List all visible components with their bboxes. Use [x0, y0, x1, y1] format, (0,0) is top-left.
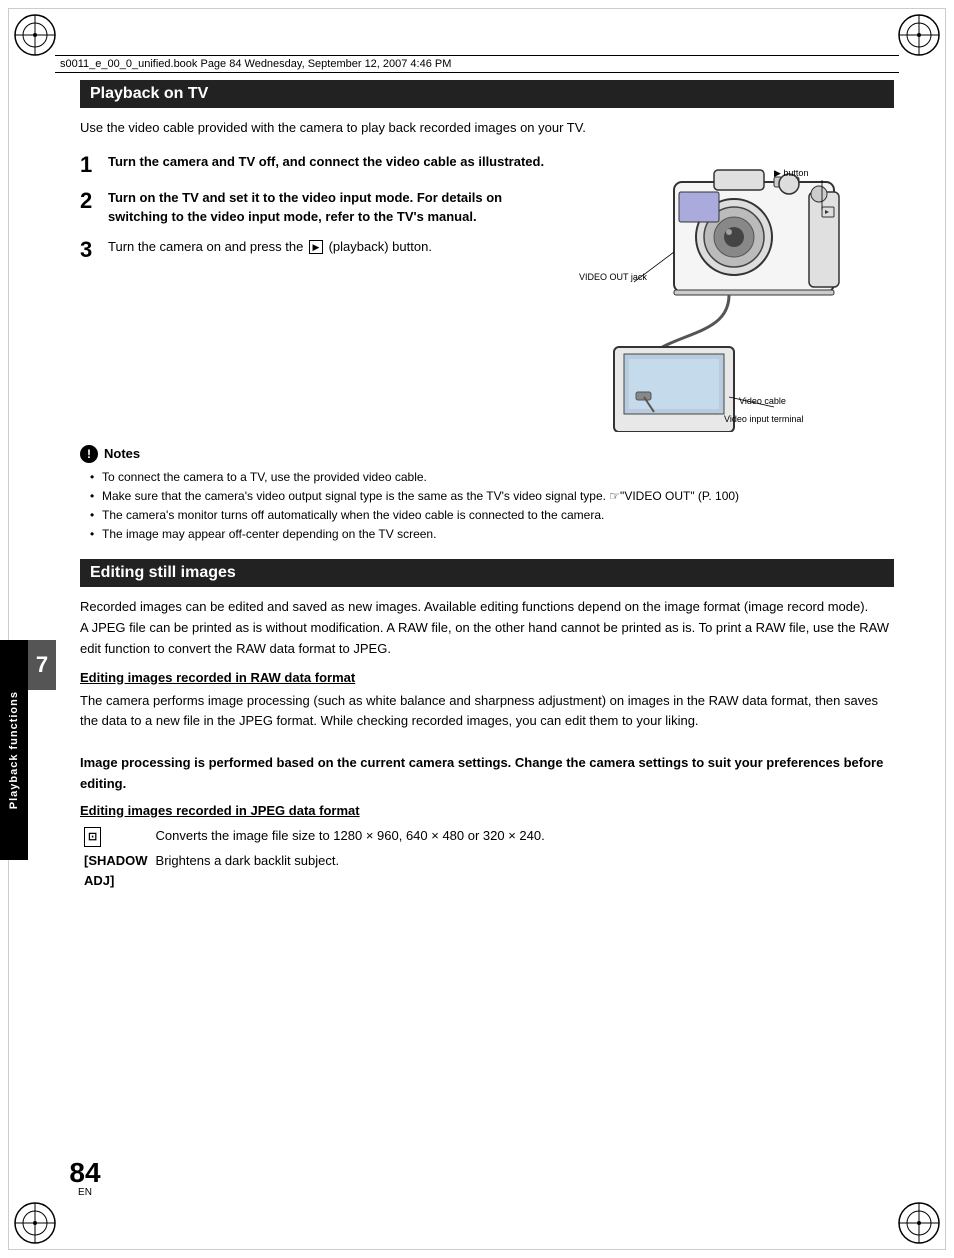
main-content: Playback on TV Use the video cable provi…	[80, 80, 894, 1198]
step-2-number: 2	[80, 188, 108, 214]
svg-text:Video input terminal: Video input terminal	[724, 414, 803, 424]
raw-subsection-title: Editing images recorded in RAW data form…	[80, 670, 894, 685]
jpeg-subsection: Editing images recorded in JPEG data for…	[80, 803, 894, 893]
file-info: s0011_e_00_0_unified.book Page 84 Wednes…	[60, 58, 451, 70]
jpeg-table: ⊡ Converts the image file size to 1280 ×…	[80, 824, 894, 893]
camera-body	[674, 170, 839, 295]
page: s0011_e_00_0_unified.book Page 84 Wednes…	[0, 0, 954, 1258]
notes-header: ! Notes	[80, 445, 894, 463]
jpeg-resize-row: ⊡ Converts the image file size to 1280 ×…	[80, 824, 894, 850]
jpeg-shadow-row: [SHADOW ADJ] Brightens a dark backlit su…	[80, 849, 894, 892]
page-number-box: 84 EN	[60, 1159, 110, 1198]
shadow-adj-description: Brightens a dark backlit subject.	[152, 849, 894, 892]
notes-title: Notes	[104, 446, 140, 461]
svg-text:VIDEO OUT jack: VIDEO OUT jack	[579, 272, 647, 282]
editing-intro-p2: A JPEG file can be printed as is without…	[80, 618, 894, 660]
steps-list: 1 Turn the camera and TV off, and connec…	[80, 152, 574, 274]
chapter-number: 7	[36, 652, 48, 678]
page-number-sub: EN	[60, 1187, 110, 1198]
resize-icon: ⊡	[84, 827, 101, 848]
page-number: 84	[60, 1159, 110, 1187]
jpeg-resize-icon-cell: ⊡	[80, 824, 152, 850]
note-item-1: To connect the camera to a TV, use the p…	[90, 468, 894, 487]
editing-section: Editing still images Recorded images can…	[80, 559, 894, 892]
playback-intro: Use the video cable provided with the ca…	[80, 118, 894, 138]
shadow-adj-label-cell: [SHADOW ADJ]	[80, 849, 152, 892]
svg-text:▶ button: ▶ button	[774, 168, 808, 178]
note-item-3: The camera's monitor turns off automatic…	[90, 506, 894, 525]
header-bar: s0011_e_00_0_unified.book Page 84 Wednes…	[55, 55, 899, 73]
playback-section: Playback on TV Use the video cable provi…	[80, 80, 894, 544]
notes-list: To connect the camera to a TV, use the p…	[80, 468, 894, 545]
chapter-number-box: 7	[28, 640, 56, 690]
step-3-text: Turn the camera on and press the ▶ (play…	[108, 237, 432, 257]
raw-subsection-bold-note: Image processing is performed based on t…	[80, 755, 883, 791]
side-tab-label: Playback functions	[8, 691, 20, 809]
shadow-adj-label: [SHADOW ADJ]	[84, 853, 148, 888]
camera-illustration-area: VIDEO OUT jack ▶ button	[574, 152, 894, 435]
jpeg-resize-description: Converts the image file size to 1280 × 9…	[152, 824, 894, 850]
playback-section-title: Playback on TV	[80, 80, 894, 108]
editing-intro: Recorded images can be edited and saved …	[80, 597, 894, 659]
notes-icon: !	[80, 445, 98, 463]
step-3: 3 Turn the camera on and press the ▶ (pl…	[80, 237, 564, 263]
raw-subsection-body: The camera performs image processing (su…	[80, 691, 894, 795]
camera-svg: VIDEO OUT jack ▶ button	[574, 152, 874, 432]
corner-decoration-bl	[10, 1198, 60, 1248]
jpeg-subsection-title: Editing images recorded in JPEG data for…	[80, 803, 894, 818]
steps-image-row: 1 Turn the camera and TV off, and connec…	[80, 152, 894, 435]
corner-decoration-br	[894, 1198, 944, 1248]
corner-decoration-tl	[10, 10, 60, 60]
step-1-number: 1	[80, 152, 108, 178]
editing-intro-p1: Recorded images can be edited and saved …	[80, 597, 894, 618]
note-item-4: The image may appear off-center dependin…	[90, 525, 894, 544]
step-2-text: Turn on the TV and set it to the video i…	[108, 188, 564, 227]
svg-text:Video cable: Video cable	[739, 396, 786, 406]
raw-subsection: Editing images recorded in RAW data form…	[80, 670, 894, 795]
step-2: 2 Turn on the TV and set it to the video…	[80, 188, 564, 227]
playback-button-icon: ▶	[309, 240, 323, 254]
step-1-text: Turn the camera and TV off, and connect …	[108, 152, 544, 172]
notes-section: ! Notes To connect the camera to a TV, u…	[80, 445, 894, 545]
side-tab: Playback functions	[0, 640, 28, 860]
step-1: 1 Turn the camera and TV off, and connec…	[80, 152, 564, 178]
editing-section-title: Editing still images	[80, 559, 894, 587]
corner-decoration-tr	[894, 10, 944, 60]
step-3-number: 3	[80, 237, 108, 263]
note-item-2: Make sure that the camera's video output…	[90, 487, 894, 506]
